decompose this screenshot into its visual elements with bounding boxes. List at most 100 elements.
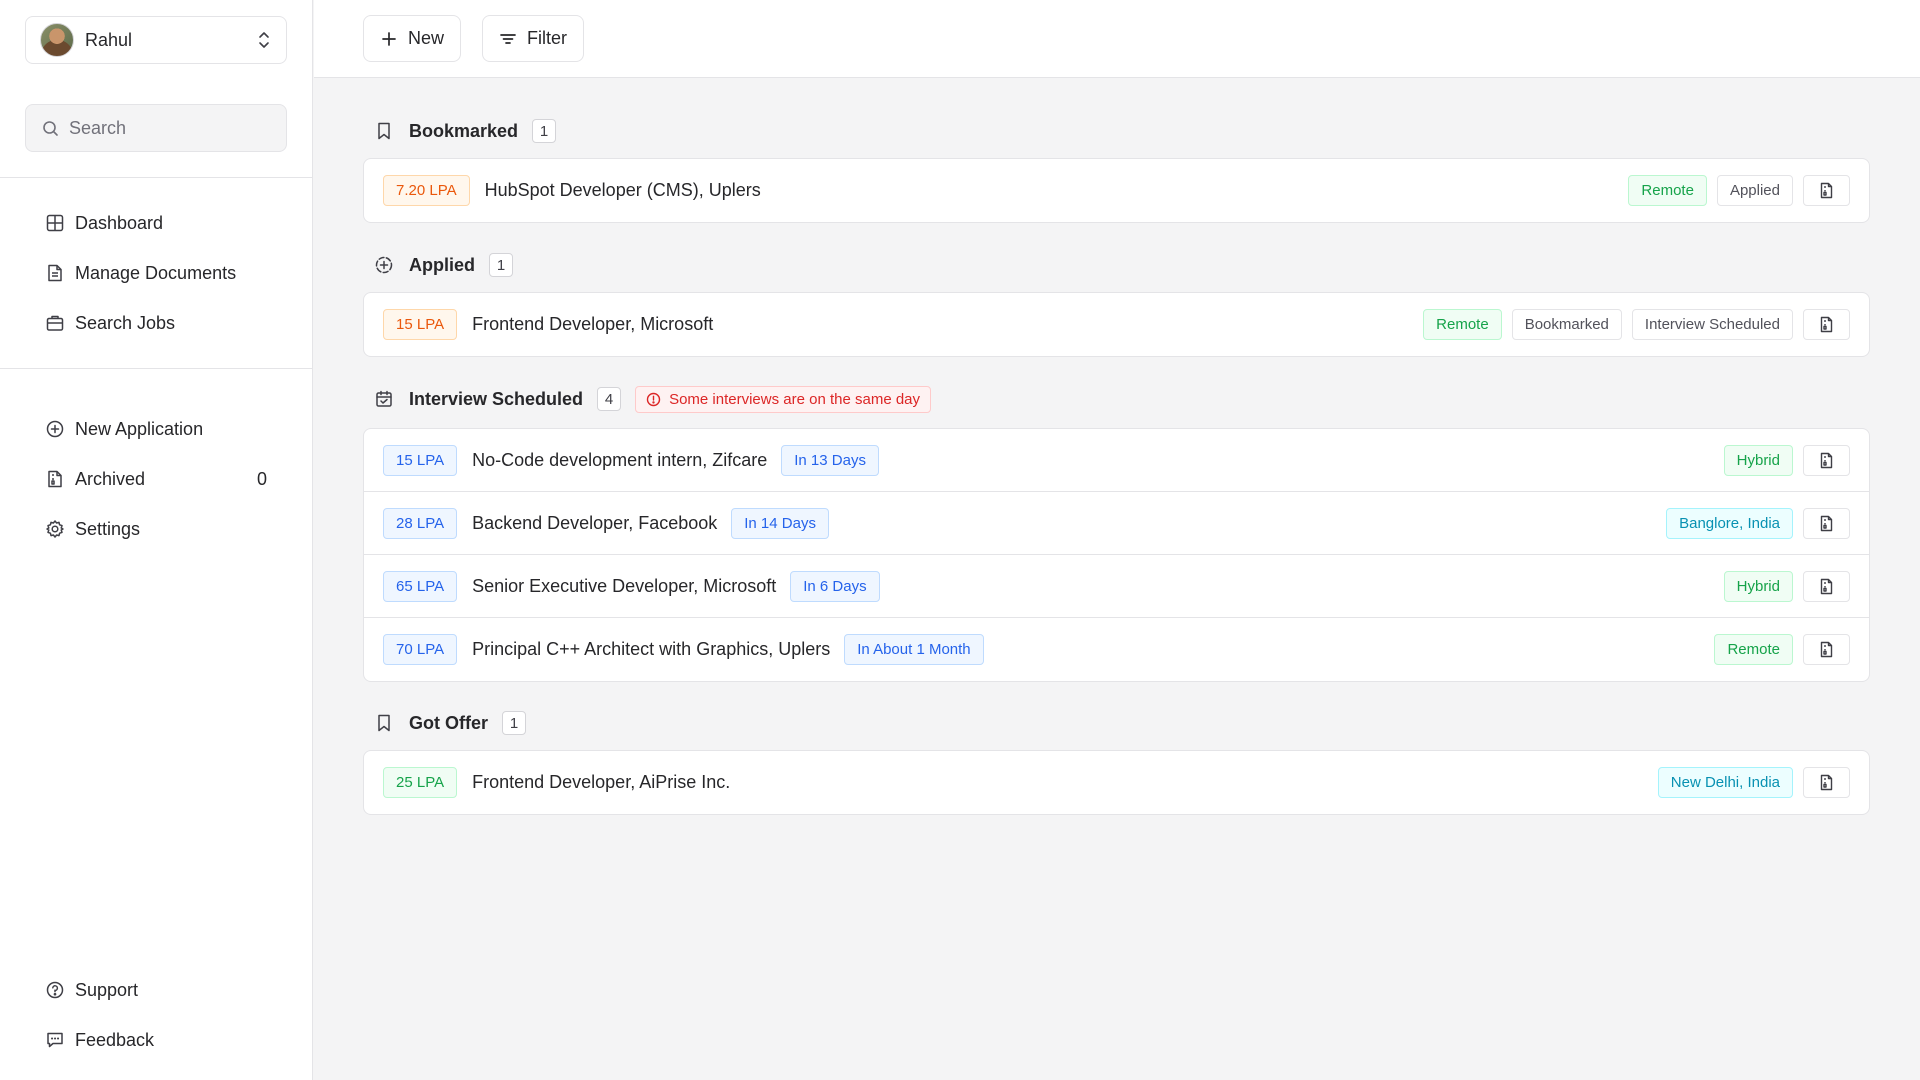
document-button[interactable] <box>1803 309 1850 340</box>
nav-item-manage-documents[interactable]: Manage Documents <box>25 248 287 298</box>
section-title: Got Offer <box>409 712 488 733</box>
nav-item-label: Dashboard <box>75 212 164 233</box>
user-name: Rahul <box>85 29 133 50</box>
archive-file-icon <box>48 470 62 488</box>
location-badge: Remote <box>1423 309 1502 340</box>
search-input[interactable] <box>69 117 269 139</box>
document-button[interactable] <box>1803 507 1850 539</box>
nav-item-search-jobs[interactable]: Search Jobs <box>25 298 287 348</box>
document-button[interactable] <box>1803 767 1850 798</box>
salary-badge: 65 LPA <box>383 570 458 602</box>
location-badge: Remote <box>1628 175 1707 206</box>
nav-item-label: Archived <box>75 468 146 489</box>
archived-count: 0 <box>256 468 267 489</box>
job-title: Frontend Developer, AiPrise Inc. <box>472 772 731 792</box>
document-button[interactable] <box>1803 444 1850 476</box>
interview-countdown-badge: In About 1 Month <box>844 634 984 665</box>
file-icon <box>1820 774 1833 791</box>
nav-item-label: New Application <box>75 418 204 439</box>
message-icon <box>47 1032 63 1048</box>
user-switcher[interactable]: Rahul <box>25 16 287 64</box>
new-button-label: New <box>408 28 445 48</box>
avatar <box>40 23 74 57</box>
warning-text: Some interviews are on the same day <box>669 390 921 408</box>
calendar-icon <box>376 390 392 407</box>
job-row[interactable]: 7.20 LPA HubSpot Developer (CMS), Uplers… <box>364 159 1869 222</box>
salary-badge: 25 LPA <box>383 767 458 798</box>
job-list: 15 LPA Frontend Developer, Microsoft Rem… <box>363 292 1870 357</box>
file-icon <box>1820 452 1833 468</box>
file-icon <box>1820 578 1833 594</box>
section-title: Bookmarked <box>409 120 519 141</box>
grid-icon <box>46 214 64 232</box>
salary-badge: 15 LPA <box>383 309 458 340</box>
section-count: 4 <box>597 387 622 411</box>
job-list: 15 LPA No-Code development intern, Zifca… <box>363 428 1870 682</box>
interview-countdown-badge: In 13 Days <box>781 444 879 476</box>
sidebar-divider <box>0 177 313 178</box>
section-count: 1 <box>489 253 513 277</box>
job-title: Principal C++ Architect with Graphics, U… <box>472 639 831 659</box>
job-title: Senior Executive Developer, Microsoft <box>472 575 777 596</box>
nav-item-settings[interactable]: Settings <box>25 504 287 554</box>
filter-button[interactable]: Filter <box>482 15 584 62</box>
filter-icon <box>500 33 516 44</box>
job-row[interactable]: 15 LPA No-Code development intern, Zifca… <box>364 429 1869 492</box>
salary-badge: 15 LPA <box>383 444 458 476</box>
document-icon <box>48 264 62 282</box>
nav-item-feedback[interactable]: Feedback <box>25 1015 287 1065</box>
chevron-up-down-icon <box>259 32 269 48</box>
plus-circle-icon <box>46 420 64 438</box>
salary-badge: 7.20 LPA <box>383 175 470 206</box>
nav-item-dashboard[interactable]: Dashboard <box>25 198 287 248</box>
search-box <box>25 104 287 152</box>
bookmark-icon <box>378 122 390 140</box>
alert-circle-icon <box>646 392 661 406</box>
filter-button-label: Filter <box>527 28 567 48</box>
job-row[interactable]: 28 LPA Backend Developer, Facebook In 14… <box>364 492 1869 555</box>
nav-item-archived[interactable]: Archived 0 <box>25 454 287 504</box>
new-button[interactable]: New <box>363 15 462 62</box>
location-badge: New Delhi, India <box>1657 767 1793 798</box>
toolbar: New Filter <box>314 0 1920 78</box>
status-button-applied[interactable]: Applied <box>1716 175 1793 206</box>
secondary-nav: New Application Archived 0 Settings <box>25 404 287 554</box>
job-row[interactable]: 65 LPA Senior Executive Developer, Micro… <box>364 555 1869 618</box>
status-button-interview-scheduled[interactable]: Interview Scheduled <box>1631 309 1793 340</box>
location-badge: Hybrid <box>1723 444 1793 476</box>
section-header-applied: Applied 1 <box>363 252 513 278</box>
file-icon <box>1820 515 1833 531</box>
sidebar: Rahul Dashboard Manage Documents Search … <box>0 0 313 1080</box>
job-row[interactable]: 15 LPA Frontend Developer, Microsoft Rem… <box>364 293 1869 356</box>
file-icon <box>1820 316 1833 333</box>
warning-badge: Some interviews are on the same day <box>635 385 932 413</box>
sidebar-divider <box>0 368 313 369</box>
file-icon <box>1820 641 1833 658</box>
interview-countdown-badge: In 14 Days <box>731 507 829 539</box>
section-count: 1 <box>502 711 526 735</box>
job-list: 25 LPA Frontend Developer, AiPrise Inc. … <box>363 750 1870 815</box>
job-list: 7.20 LPA HubSpot Developer (CMS), Uplers… <box>363 158 1870 223</box>
salary-badge: 28 LPA <box>383 507 458 539</box>
document-button[interactable] <box>1803 634 1850 665</box>
status-button-bookmarked[interactable]: Bookmarked <box>1511 309 1622 340</box>
salary-badge: 70 LPA <box>383 634 458 665</box>
section-header-interview-scheduled: Interview Scheduled 4 Some interviews ar… <box>363 385 932 413</box>
job-row[interactable]: 70 LPA Principal C++ Architect with Grap… <box>364 618 1869 681</box>
job-title: HubSpot Developer (CMS), Uplers <box>484 180 761 200</box>
footer-nav: Support Feedback <box>25 965 287 1065</box>
section-header-bookmarked: Bookmarked 1 <box>363 118 557 144</box>
job-title: Frontend Developer, Microsoft <box>472 314 714 334</box>
nav-item-label: Support <box>75 979 139 1000</box>
primary-nav: Dashboard Manage Documents Search Jobs <box>25 198 287 348</box>
location-badge: Banglore, India <box>1666 507 1793 539</box>
nav-item-new-application[interactable]: New Application <box>25 404 287 454</box>
help-circle-icon <box>46 981 64 999</box>
job-title: No-Code development intern, Zifcare <box>472 449 768 470</box>
bookmark-icon <box>378 714 390 732</box>
nav-item-support[interactable]: Support <box>25 965 287 1015</box>
briefcase-icon <box>46 315 64 331</box>
document-button[interactable] <box>1803 570 1850 602</box>
document-button[interactable] <box>1803 175 1850 206</box>
job-row[interactable]: 25 LPA Frontend Developer, AiPrise Inc. … <box>364 751 1869 814</box>
